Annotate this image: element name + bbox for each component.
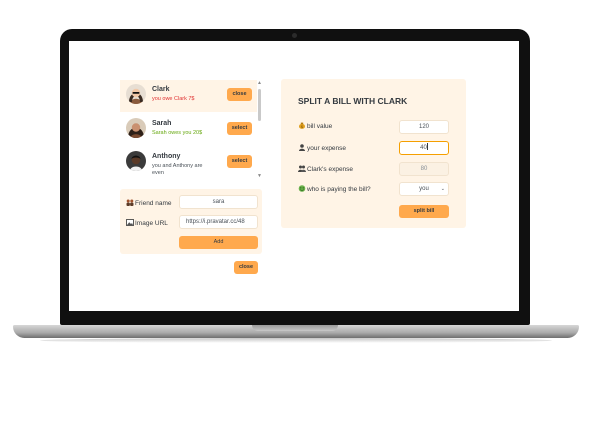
laptop-hinge-notch — [252, 325, 338, 331]
select-friend-button[interactable]: select — [227, 122, 252, 135]
close-friend-button[interactable]: close — [227, 88, 252, 101]
scroll-down-arrow-icon[interactable]: ▼ — [257, 174, 262, 179]
person-icon — [299, 144, 305, 151]
avatar — [126, 151, 146, 171]
avatar — [126, 84, 146, 104]
text-cursor — [426, 143, 428, 150]
bill-value-label-text: bill value — [307, 123, 333, 130]
friend-balance-status: you and Anthony are even — [152, 163, 203, 176]
payer-label-text: who is paying the bill? — [307, 186, 371, 193]
friends-list: Clark you owe Clark 7$ close Sarah Sarah… — [120, 80, 262, 180]
friend-expense-label-text: Clark's expense — [307, 166, 354, 173]
friend-balance-status: Sarah owes you 20$ — [152, 130, 203, 136]
people-icon — [126, 199, 134, 206]
money-face-icon — [298, 185, 306, 192]
add-friend-button[interactable]: Add — [179, 236, 258, 249]
friend-expense-label: Clark's expense — [298, 165, 353, 173]
payer-select[interactable]: you ⌄ — [399, 182, 449, 196]
people-icon — [298, 165, 306, 172]
laptop-screen: Clark you owe Clark 7$ close Sarah Sarah… — [69, 41, 519, 311]
bill-value-input[interactable]: 120 — [399, 120, 449, 134]
payer-label: who is paying the bill? — [298, 185, 371, 193]
laptop-shadow — [40, 338, 552, 343]
image-url-input[interactable]: https://i.pravatar.cc/48 — [179, 215, 258, 229]
select-friend-button[interactable]: select — [227, 155, 252, 168]
payer-selected-value: you — [419, 186, 429, 192]
picture-icon — [126, 219, 134, 226]
your-expense-label-text: your expense — [307, 145, 347, 152]
avatar — [126, 118, 146, 138]
friend-name: Anthony — [152, 153, 181, 160]
money-bag-icon: $ — [299, 122, 305, 129]
friend-name: Clark — [152, 86, 170, 93]
scroll-up-arrow-icon[interactable]: ▲ — [257, 81, 262, 86]
split-bill-button[interactable]: split bill — [399, 205, 449, 218]
friend-expense-input: 80 — [399, 162, 449, 176]
your-expense-label: your expense — [298, 144, 346, 152]
chevron-down-icon: ⌄ — [440, 186, 445, 192]
friend-item-clark[interactable]: Clark you owe Clark 7$ close — [120, 80, 257, 112]
image-url-label-text: Image URL — [135, 220, 168, 227]
friend-name-input[interactable]: sara — [179, 195, 258, 209]
friend-name-label-text: Friend name — [135, 200, 172, 207]
close-add-form-button[interactable]: close — [234, 261, 258, 274]
scrollbar-thumb[interactable] — [258, 89, 261, 121]
add-friend-form: Friend name sara Image URL https://i.pra… — [120, 189, 262, 254]
friend-item-anthony[interactable]: Anthony you and Anthony are even select — [120, 147, 257, 179]
svg-text:$: $ — [301, 125, 303, 129]
your-expense-input[interactable]: 40 — [399, 141, 449, 155]
bill-value-label: $ bill value — [298, 122, 332, 130]
split-bill-title: SPLIT A BILL WITH CLARK — [298, 96, 408, 106]
your-expense-value: 40 — [420, 145, 427, 151]
friends-list-scrollbar[interactable]: ▲ ▼ — [257, 81, 262, 179]
split-bill-form: SPLIT A BILL WITH CLARK $ bill value 120… — [281, 79, 466, 228]
friend-item-sarah[interactable]: Sarah Sarah owes you 20$ select — [120, 114, 257, 146]
friend-name: Sarah — [152, 120, 172, 127]
friend-balance-status: you owe Clark 7$ — [152, 96, 195, 102]
image-url-label: Image URL — [126, 219, 168, 227]
webcam-icon — [292, 33, 297, 38]
friend-name-label: Friend name — [126, 199, 172, 207]
